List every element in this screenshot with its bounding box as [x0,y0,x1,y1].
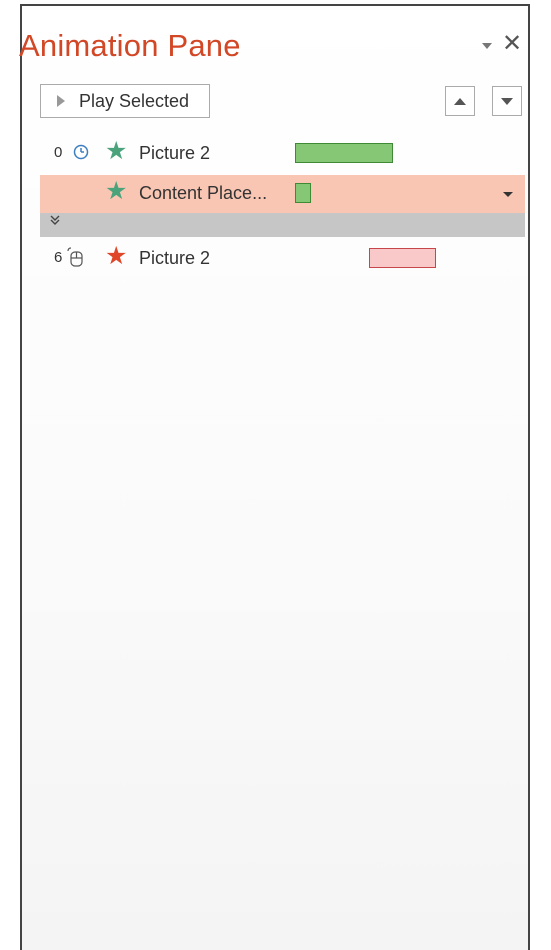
pane-options-icon[interactable] [482,43,492,49]
animation-item[interactable]: ★ Content Place... [40,175,525,213]
animation-label: Picture 2 [139,143,211,163]
timeline-bar[interactable] [295,183,311,203]
timeline-bar[interactable] [295,143,393,163]
star-icon: ★ [105,242,128,270]
move-down-button[interactable] [492,86,522,116]
move-up-button[interactable] [445,86,475,116]
pane-title: Animation Pane [19,28,241,63]
star-icon: ★ [105,137,128,165]
animation-item[interactable]: 0 ★ Picture 2 [40,135,525,173]
play-selected-label: Play Selected [79,90,190,111]
triangle-down-icon [501,97,513,105]
collapse-chevrons-icon[interactable] [50,213,60,230]
animation-label: Picture 2 [139,248,211,268]
close-icon[interactable]: ✕ [502,32,522,56]
dropdown-arrow-icon[interactable] [503,192,513,197]
animation-number: 6 [54,249,63,266]
triangle-up-icon [454,97,466,105]
animation-number: 0 [54,144,63,161]
play-icon [57,95,65,107]
collapse-bar[interactable] [40,213,525,237]
play-selected-button[interactable]: Play Selected [40,84,210,118]
animation-label: Content Place... [139,183,268,203]
star-icon: ★ [105,177,128,205]
clock-icon [73,144,89,165]
animation-item[interactable]: 6 ★ Picture 2 [40,240,525,278]
mouse-click-icon [65,246,85,273]
title-controls: ✕ [482,32,547,56]
timeline-bar[interactable] [369,248,436,268]
